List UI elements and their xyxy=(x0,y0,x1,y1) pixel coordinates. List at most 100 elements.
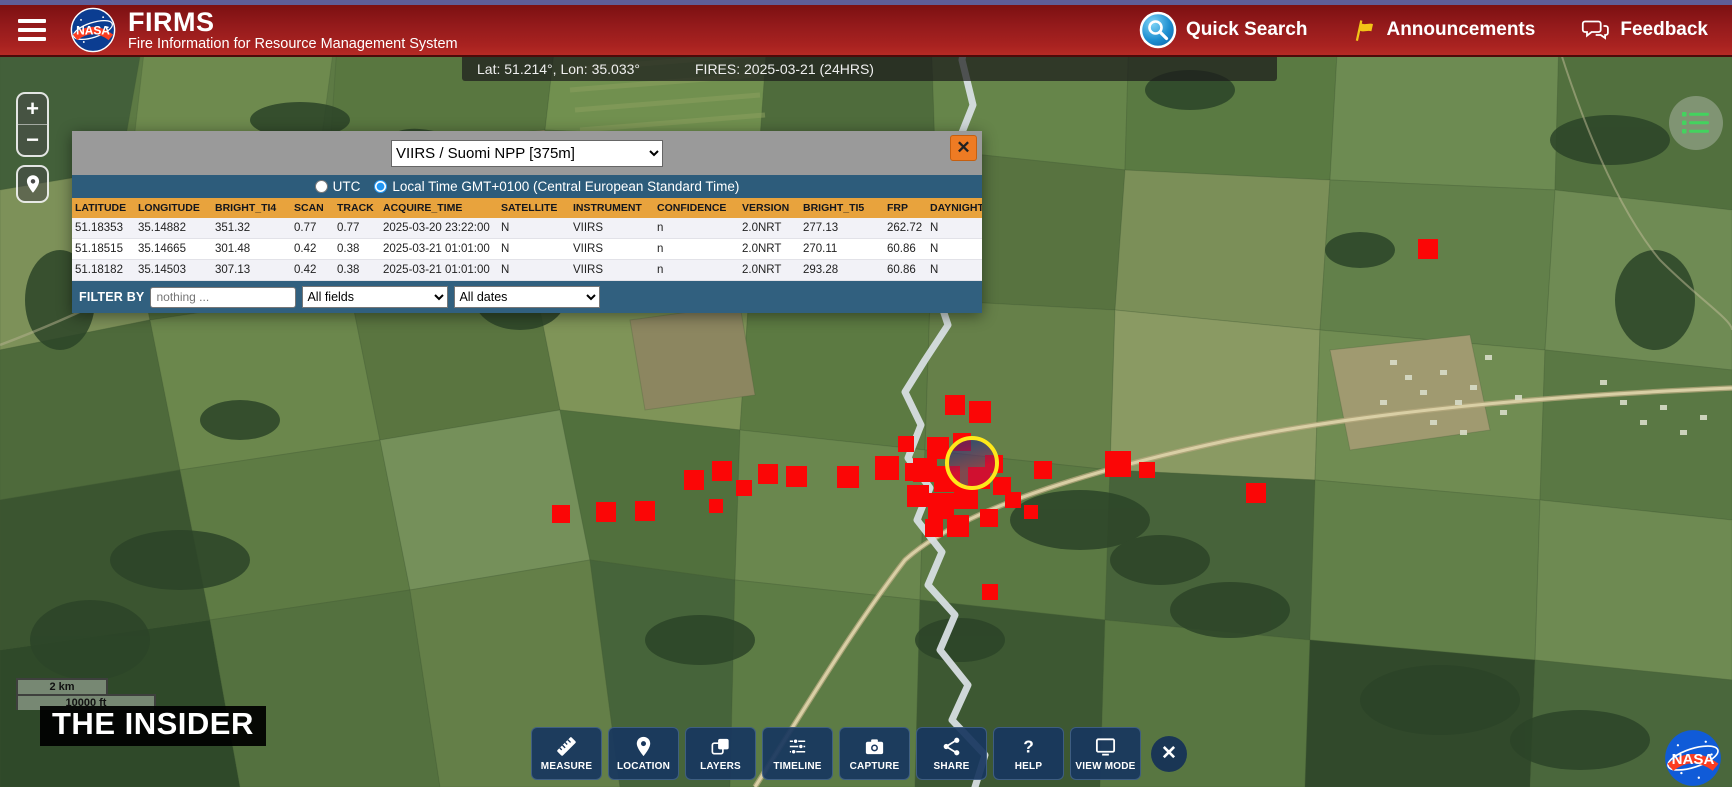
fire-marker[interactable] xyxy=(925,519,943,537)
table-cell: VIIRS xyxy=(570,239,654,260)
column-header[interactable]: SATELLITE xyxy=(498,198,570,218)
fire-marker[interactable] xyxy=(947,515,969,537)
filter-fields-select[interactable]: All fields xyxy=(302,286,448,308)
fire-marker[interactable] xyxy=(596,502,616,522)
timeline-button[interactable]: TIMELINE xyxy=(762,727,833,780)
local-time-radio[interactable] xyxy=(374,180,387,193)
toolbar-button-label: SHARE xyxy=(933,761,969,772)
table-cell: 262.72 xyxy=(884,218,927,239)
search-icon xyxy=(1139,11,1177,49)
table-cell: 2.0NRT xyxy=(739,218,800,239)
layers-button[interactable]: LAYERS xyxy=(685,727,756,780)
announcements-button[interactable]: Announcements xyxy=(1353,17,1535,43)
column-header[interactable]: LONGITUDE xyxy=(135,198,212,218)
table-cell: 0.42 xyxy=(291,260,334,281)
watermark: THE INSIDER xyxy=(40,706,266,746)
fire-marker[interactable] xyxy=(980,509,998,527)
fire-marker[interactable] xyxy=(552,505,570,523)
fire-marker[interactable] xyxy=(635,501,655,521)
capture-button[interactable]: CAPTURE xyxy=(839,727,910,780)
local-time-label: Local Time GMT+0100 (Central European St… xyxy=(392,179,739,194)
fire-marker[interactable] xyxy=(1024,505,1038,519)
column-header[interactable]: ACQUIRE_TIME xyxy=(380,198,498,218)
column-header[interactable]: SCAN xyxy=(291,198,334,218)
table-cell: 2025-03-21 01:01:00 xyxy=(380,239,498,260)
column-header[interactable]: CONFIDENCE xyxy=(654,198,739,218)
column-header[interactable]: DAYNIGHT xyxy=(927,198,982,218)
table-row[interactable]: 51.1851535.14665301.480.420.382025-03-21… xyxy=(72,239,982,260)
fire-list-button[interactable] xyxy=(1669,96,1723,150)
fire-marker[interactable] xyxy=(969,401,991,423)
view-mode-button[interactable]: VIEW MODE xyxy=(1070,727,1141,780)
local-time-radio-label[interactable]: Local Time GMT+0100 (Central European St… xyxy=(374,179,739,194)
selected-fire-ring[interactable] xyxy=(945,436,999,490)
fire-marker[interactable] xyxy=(875,456,899,480)
fire-marker[interactable] xyxy=(684,470,704,490)
utc-radio-label[interactable]: UTC xyxy=(315,179,361,194)
fire-marker[interactable] xyxy=(1418,239,1438,259)
table-cell: 0.77 xyxy=(334,218,380,239)
table-cell: 51.18515 xyxy=(72,239,135,260)
utc-radio[interactable] xyxy=(315,180,328,193)
close-panel-button[interactable]: ✕ xyxy=(950,135,977,161)
help-button[interactable]: ?HELP xyxy=(993,727,1064,780)
column-header[interactable]: FRP xyxy=(884,198,927,218)
filter-input[interactable] xyxy=(150,287,296,308)
fire-marker[interactable] xyxy=(1034,461,1052,479)
fire-marker[interactable] xyxy=(786,466,807,487)
utc-label: UTC xyxy=(333,179,361,194)
table-cell: 270.11 xyxy=(800,239,884,260)
fire-marker[interactable] xyxy=(1105,451,1131,477)
toolbar-button-label: LAYERS xyxy=(700,761,741,772)
column-header[interactable]: BRIGHT_TI5 xyxy=(800,198,884,218)
filter-dates-select[interactable]: All dates xyxy=(454,286,600,308)
zoom-in-button[interactable]: + xyxy=(18,94,47,124)
column-header[interactable]: LATITUDE xyxy=(72,198,135,218)
list-icon xyxy=(1681,110,1711,136)
table-cell: 351.32 xyxy=(212,218,291,239)
column-header[interactable]: VERSION xyxy=(739,198,800,218)
fire-marker[interactable] xyxy=(1139,462,1155,478)
table-cell: 293.28 xyxy=(800,260,884,281)
menu-icon[interactable] xyxy=(18,19,46,41)
timezone-row: UTC Local Time GMT+0100 (Central Europea… xyxy=(72,175,982,198)
table-cell: 51.18182 xyxy=(72,260,135,281)
fire-marker[interactable] xyxy=(736,480,752,496)
toolbar-button-label: CAPTURE xyxy=(850,761,900,772)
quick-search-button[interactable]: Quick Search xyxy=(1139,11,1307,49)
dataset-select[interactable]: VIIRS / Suomi NPP [375m] xyxy=(391,140,663,167)
column-header[interactable]: BRIGHT_TI4 xyxy=(212,198,291,218)
app-title: FIRMS xyxy=(128,8,458,36)
table-row[interactable]: 51.1835335.14882351.320.770.772025-03-20… xyxy=(72,218,982,239)
svg-text:NASA: NASA xyxy=(76,24,110,38)
fire-marker[interactable] xyxy=(709,499,723,513)
measure-button[interactable]: MEASURE xyxy=(531,727,602,780)
location-button[interactable]: LOCATION xyxy=(608,727,679,780)
table-cell: 2025-03-21 01:01:00 xyxy=(380,260,498,281)
satellite-map[interactable] xyxy=(0,0,1732,787)
fire-marker[interactable] xyxy=(837,466,859,488)
fire-marker[interactable] xyxy=(1246,483,1266,503)
fire-marker[interactable] xyxy=(898,436,914,452)
feedback-button[interactable]: Feedback xyxy=(1581,17,1708,43)
my-location-button[interactable] xyxy=(16,165,49,203)
fire-marker[interactable] xyxy=(982,584,998,600)
table-header-row: LATITUDELONGITUDEBRIGHT_TI4SCANTRACKACQU… xyxy=(72,198,982,218)
nasa-logo-bottom[interactable]: NASA xyxy=(1664,729,1722,787)
fire-marker[interactable] xyxy=(945,395,965,415)
location-pin-icon xyxy=(23,172,43,196)
fire-marker[interactable] xyxy=(907,485,929,507)
toolbar-button-label: LOCATION xyxy=(617,761,670,772)
fire-marker[interactable] xyxy=(758,464,778,484)
feedback-chat-icon xyxy=(1581,17,1611,43)
table-row[interactable]: 51.1818235.14503307.130.420.382025-03-21… xyxy=(72,260,982,281)
close-toolbar-button[interactable]: ✕ xyxy=(1151,736,1187,772)
fire-marker[interactable] xyxy=(712,461,732,481)
zoom-out-button[interactable]: − xyxy=(18,125,47,155)
table-cell: N xyxy=(498,218,570,239)
share-button[interactable]: SHARE xyxy=(916,727,987,780)
fire-marker[interactable] xyxy=(1005,492,1021,508)
table-cell: n xyxy=(654,218,739,239)
column-header[interactable]: INSTRUMENT xyxy=(570,198,654,218)
column-header[interactable]: TRACK xyxy=(334,198,380,218)
